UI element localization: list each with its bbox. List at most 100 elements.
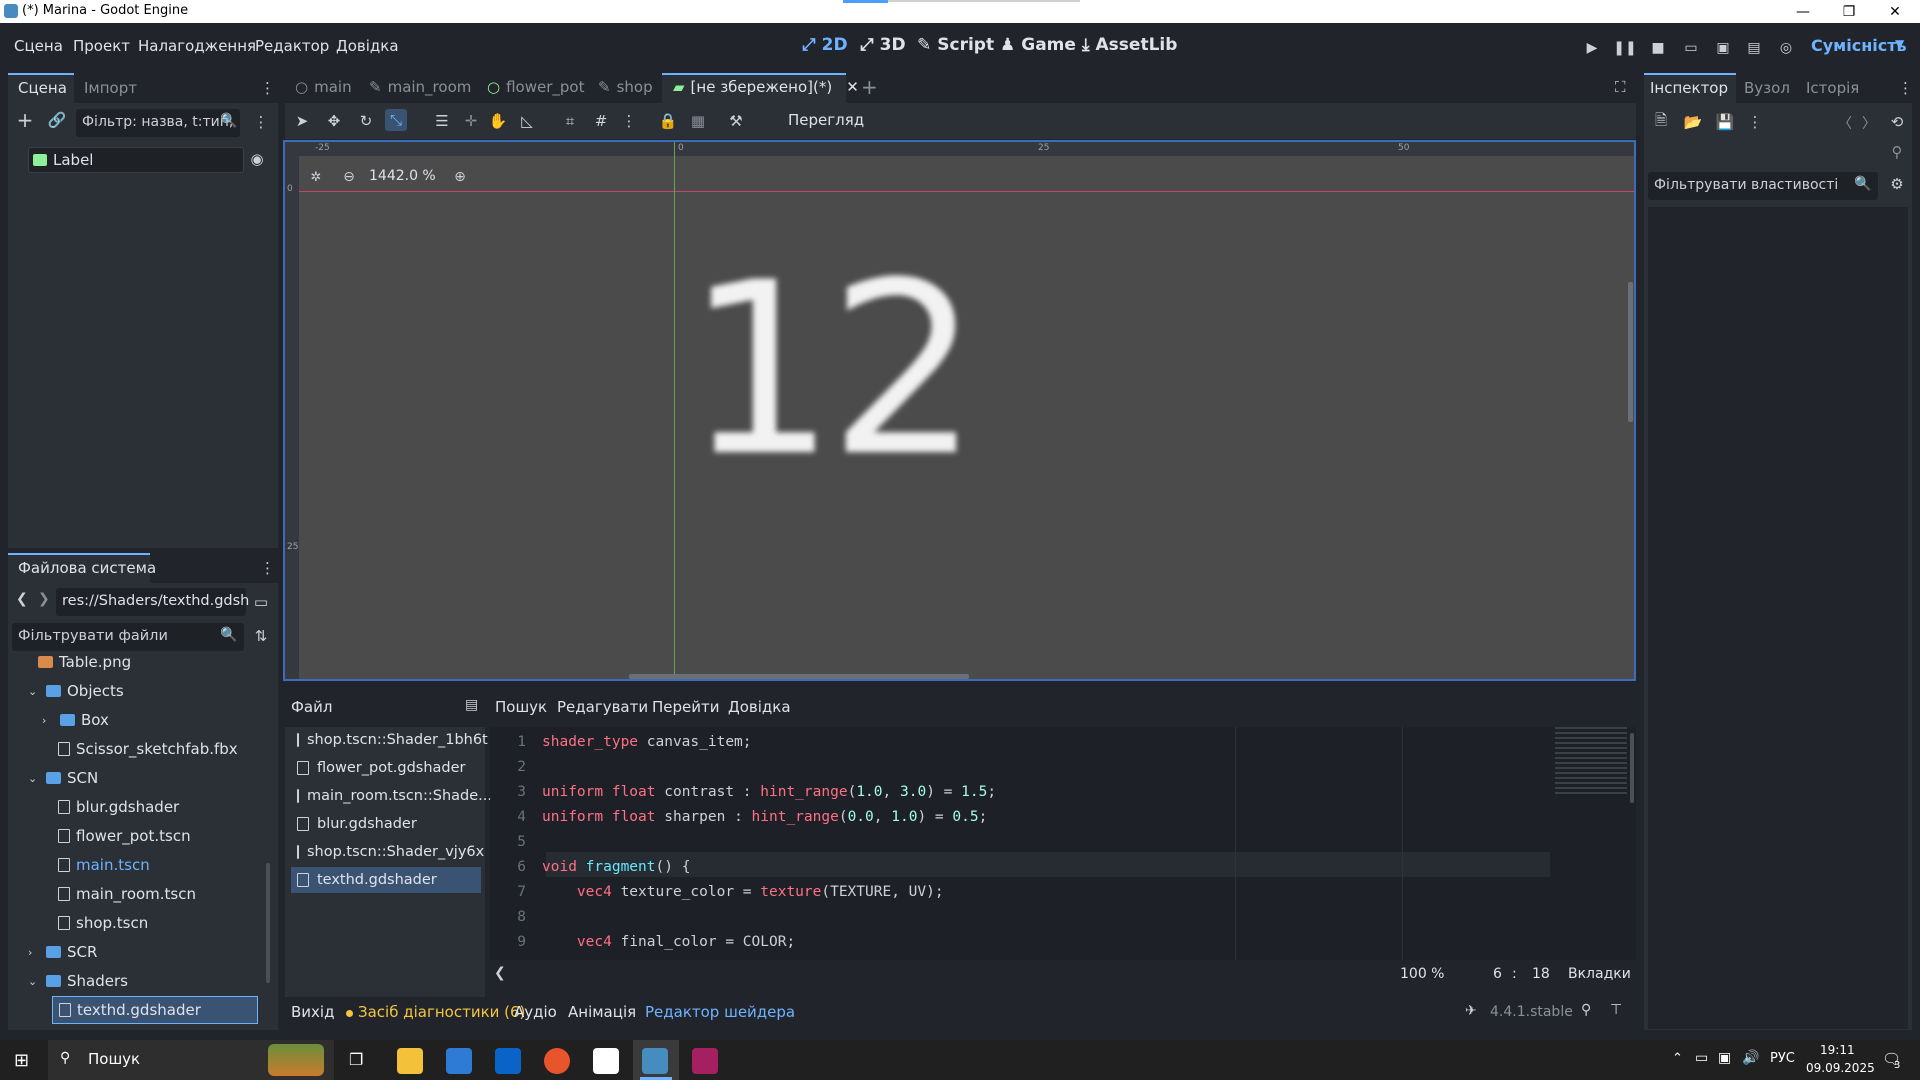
tab-audio[interactable]: Аудіо (514, 1003, 557, 1021)
ms-store-icon[interactable] (446, 1048, 472, 1074)
menu-debug[interactable]: Налагодження (138, 37, 256, 55)
smart-snap-icon[interactable]: ⌗ (559, 110, 581, 132)
tab-shader-editor[interactable]: Редактор шейдера (645, 1003, 795, 1021)
list-item-selected[interactable]: texthd.gdshader (291, 867, 481, 893)
menu-project[interactable]: Проект (73, 37, 130, 55)
input-language[interactable]: РУС (1770, 1051, 1795, 1066)
tab-scene[interactable]: Сцена (18, 79, 67, 97)
pin-icon[interactable]: ⚲ (1581, 1002, 1591, 1018)
tab-debugger[interactable]: Засіб діагностики (6) (358, 1003, 525, 1021)
fs-filter-input[interactable]: Фільтрувати файли 🔍 (12, 623, 244, 651)
play-icon[interactable]: ▶ (1581, 37, 1603, 59)
clock-time[interactable]: 19:11 (1820, 1043, 1855, 1057)
list-item[interactable]: › SCR (28, 938, 97, 966)
split-view-icon[interactable]: ▭ (250, 591, 272, 613)
movie-maker-icon[interactable]: ◎ (1775, 37, 1797, 59)
menu-help[interactable]: Довідка (336, 37, 399, 55)
tab-inspector[interactable]: Інспектор (1650, 79, 1728, 97)
tab-output[interactable]: Вихід (291, 1003, 334, 1021)
dock-menu-icon[interactable]: ⋮ (1898, 79, 1913, 97)
tab-scene-flower-pot[interactable]: ○ flower_pot (487, 78, 584, 96)
rotate-tool-icon[interactable]: ↻ (355, 110, 377, 132)
shader-menu-edit[interactable]: Редагувати (557, 698, 648, 716)
zoom-in-icon[interactable]: ⊕ (449, 166, 471, 188)
zoom-level[interactable]: 1442.0 % (369, 168, 436, 184)
list-item[interactable]: ⌄ Objects (28, 677, 124, 705)
medium-icon[interactable] (593, 1048, 619, 1074)
grid-snap-icon[interactable]: # (590, 110, 612, 132)
viewport-vscrollbar[interactable] (1628, 282, 1633, 422)
play-scene-icon[interactable]: ▣ (1712, 37, 1734, 59)
node-properties-icon[interactable]: ⚲ (1886, 141, 1908, 163)
toggle-scripts-panel-icon[interactable]: ❮ (494, 965, 506, 981)
select-tool-icon[interactable]: ➤ (291, 110, 313, 132)
godot-taskbar-icon[interactable] (642, 1048, 668, 1074)
list-item[interactable]: flower_pot.gdshader (291, 755, 481, 781)
pan-tool-icon[interactable]: ✋ (487, 110, 509, 132)
code-minimap[interactable] (1555, 727, 1627, 797)
close-window-button[interactable]: ✕ (1872, 0, 1918, 23)
toggle-files-icon[interactable]: ▤ (465, 697, 478, 713)
scene-filter-input[interactable]: Фільтр: назва, t:тип, 🔍 (76, 109, 240, 137)
maximize-button[interactable]: ❐ (1826, 0, 1872, 23)
volume-icon[interactable]: 🔊 (1742, 1050, 1759, 1066)
group-icon[interactable]: ▦ (687, 110, 709, 132)
menu-scene[interactable]: Сцена (14, 37, 63, 55)
canvas-viewport[interactable]: -25 0 25 50 0 25 ✲ ⊖ 1442.0 % ⊕ 12 (283, 140, 1636, 681)
list-item[interactable]: blur.gdshader (291, 811, 481, 837)
filter-settings-icon[interactable]: ⚙ (1886, 173, 1908, 195)
new-resource-icon[interactable]: 🗎 (1650, 111, 1672, 133)
close-icon[interactable]: ✕ (846, 78, 859, 96)
distraction-free-icon[interactable]: ⛶ (1615, 78, 1626, 96)
renderer-select[interactable]: Сумісність (1811, 36, 1907, 55)
battery-icon[interactable]: ▭ (1695, 1050, 1708, 1066)
pause-icon[interactable]: ❚❚ (1613, 37, 1636, 59)
tab-import[interactable]: Імпорт (84, 79, 137, 97)
engine-version[interactable]: 4.4.1.stable (1490, 1004, 1573, 1020)
workspace-2d-button[interactable]: ⤢ 2D (802, 35, 848, 55)
network-icon[interactable]: ▣ (1718, 1050, 1731, 1066)
menu-editor[interactable]: Редактор (255, 37, 329, 55)
workspace-3d-button[interactable]: ⤢ 3D (860, 35, 906, 55)
center-view-icon[interactable]: ✲ (305, 166, 327, 188)
list-item-selected[interactable]: texthd.gdshader (52, 996, 258, 1024)
workspace-game-button[interactable]: ♟ Game (1000, 35, 1076, 55)
list-item[interactable]: Scissor_sketchfab.fbx (58, 735, 238, 763)
fs-scrollbar[interactable] (266, 863, 270, 983)
list-item[interactable]: shop.tscn::Shader_vjy6x (291, 839, 484, 865)
outlook-icon[interactable] (495, 1048, 521, 1074)
visibility-eye-icon[interactable]: ◉ (246, 148, 268, 170)
viewport-hscrollbar[interactable] (629, 674, 969, 679)
indent-mode[interactable]: Вкладки (1568, 966, 1631, 982)
shader-menu-file[interactable]: Файл (291, 698, 332, 716)
remote-debug-icon[interactable]: ▭ (1680, 37, 1702, 59)
inspector-filter-input[interactable]: Фільтрувати властивості 🔍 (1648, 172, 1878, 200)
chevron-up-icon[interactable]: ⌃ (1672, 1051, 1683, 1066)
tab-scene-shop[interactable]: ✎ shop (598, 78, 653, 96)
clock-date[interactable]: 09.09.2025 (1806, 1061, 1875, 1075)
list-item[interactable]: ⌄ Shaders (28, 967, 128, 995)
task-view-icon[interactable]: ❐ (349, 1050, 363, 1069)
add-tab-icon[interactable]: + (861, 75, 878, 99)
pivot-tool-icon[interactable]: ✛ (460, 110, 482, 132)
code-scrollbar[interactable] (1630, 733, 1634, 803)
link-icon[interactable]: 🔗 (46, 109, 68, 131)
code-editor[interactable]: 1 shader_type canvas_item; 2 3 uniform flo… (490, 727, 1636, 960)
tab-scene-main-room[interactable]: ✎ main_room (369, 78, 471, 96)
back-icon[interactable]: ❮ (16, 591, 28, 607)
lock-icon[interactable]: 🔒 (657, 110, 679, 132)
more-options-icon[interactable]: ⋮ (250, 111, 272, 133)
tab-scene-main[interactable]: ○ main (295, 78, 352, 96)
list-item[interactable]: main.tscn (58, 851, 150, 879)
list-item[interactable]: Table.png (38, 656, 131, 676)
workspace-assetlib-button[interactable]: ⤓ AssetLib (1082, 35, 1177, 55)
shader-menu-search[interactable]: Пошук (495, 698, 547, 716)
history-forward-icon[interactable]: 〉 (1862, 113, 1876, 133)
tab-history[interactable]: Історія (1806, 79, 1859, 97)
tab-scene-unsaved[interactable]: ▰ [не збережено](*) ✕ (673, 78, 859, 96)
shader-menu-goto[interactable]: Перейти (652, 698, 720, 716)
shader-menu-help[interactable]: Довідка (728, 698, 791, 716)
play-custom-scene-icon[interactable]: ▤ (1743, 37, 1765, 59)
preview-button[interactable]: Перегляд (788, 111, 864, 129)
zoom-out-icon[interactable]: ⊖ (338, 166, 360, 188)
